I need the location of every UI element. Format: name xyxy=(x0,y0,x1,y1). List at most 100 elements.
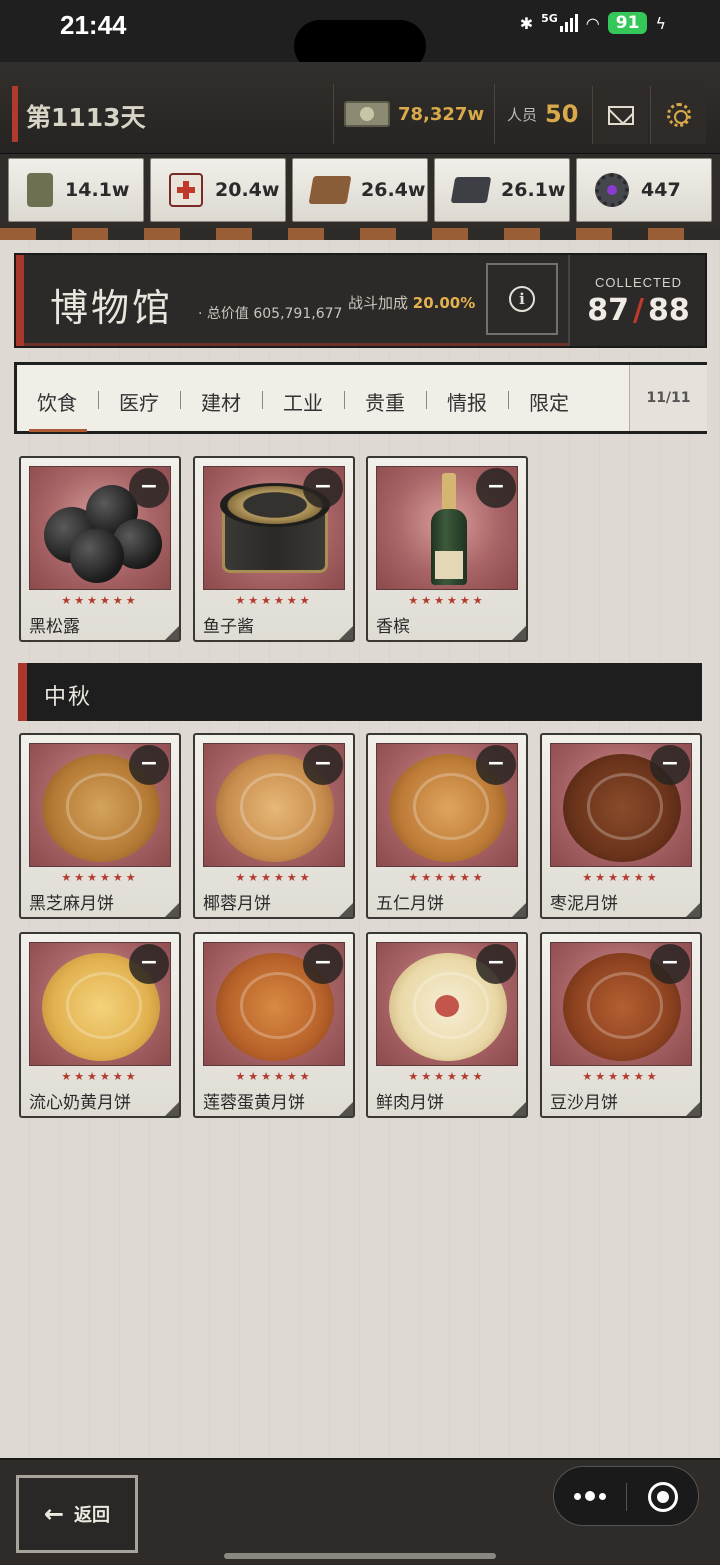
remove-button[interactable]: − xyxy=(129,944,169,984)
more-dots-icon[interactable] xyxy=(572,1482,608,1510)
museum-total-value: · 总价值 605,791,677 xyxy=(198,306,343,322)
remove-button[interactable]: − xyxy=(650,745,690,785)
steel-icon xyxy=(450,177,492,203)
battery-icon: 91 xyxy=(607,12,648,34)
rarity-stars: ★★★★★★ xyxy=(582,1070,660,1083)
resource-parts[interactable]: 447 xyxy=(576,158,712,222)
status-bar: 21:44 ✱ 5G ◠ 91 ϟ xyxy=(0,0,720,72)
item-card-five-nut-mooncake[interactable]: − ★★★★★★ 五仁月饼 xyxy=(366,733,528,919)
item-card-date-paste-mooncake[interactable]: − ★★★★★★ 枣泥月饼 xyxy=(540,733,702,919)
status-icons: ✱ 5G ◠ 91 ϟ xyxy=(520,12,666,34)
card-corner xyxy=(512,1102,526,1116)
item-name: 莲蓉蛋黄月饼 xyxy=(203,1093,305,1113)
money-display[interactable]: 78,327w xyxy=(333,84,493,144)
item-name: 豆沙月饼 xyxy=(550,1093,618,1113)
day-counter: 第1113天 xyxy=(26,103,146,132)
item-card-lotus-yolk-mooncake[interactable]: − ★★★★★★ 莲蓉蛋黄月饼 xyxy=(193,932,355,1118)
remove-button[interactable]: − xyxy=(129,468,169,508)
back-button[interactable]: ← 返回 xyxy=(16,1475,138,1553)
card-corner xyxy=(686,903,700,917)
resource-value: 447 xyxy=(641,179,681,201)
remove-button[interactable]: − xyxy=(129,745,169,785)
item-card-truffle[interactable]: − ★★★★★★ 黑松露 xyxy=(19,456,181,642)
card-corner xyxy=(165,1102,179,1116)
tab-medical[interactable]: 医疗 xyxy=(119,387,159,416)
tab-valuables[interactable]: 贵重 xyxy=(365,387,405,416)
home-indicator[interactable] xyxy=(224,1553,496,1559)
remove-button[interactable]: − xyxy=(303,745,343,785)
remove-button[interactable]: − xyxy=(303,944,343,984)
wifi-icon: ◠ xyxy=(585,13,600,33)
cash-icon xyxy=(344,101,390,127)
card-corner xyxy=(339,903,353,917)
back-label: 返回 xyxy=(74,1505,111,1526)
food-can-icon xyxy=(27,173,53,207)
category-tabs: 饮食 医疗 建材 工业 贵重 情报 限定 11/11 xyxy=(14,362,707,434)
tab-intel[interactable]: 情报 xyxy=(447,387,487,416)
info-button[interactable]: i xyxy=(486,263,558,335)
gear-part-icon xyxy=(595,173,629,207)
clock: 21:44 xyxy=(60,10,127,40)
card-corner xyxy=(686,1102,700,1116)
staff-display[interactable]: 人员 50 xyxy=(494,84,590,144)
bluetooth-icon: ✱ xyxy=(519,13,534,33)
rarity-stars: ★★★★★★ xyxy=(235,1070,313,1083)
section-accent-bar xyxy=(18,663,27,721)
close-target-icon[interactable] xyxy=(648,1482,678,1512)
remove-button[interactable]: − xyxy=(476,944,516,984)
resource-value: 26.4w xyxy=(361,179,426,201)
remove-button[interactable]: − xyxy=(476,468,516,508)
item-name: 鱼子酱 xyxy=(203,617,254,637)
item-name: 五仁月饼 xyxy=(376,894,444,914)
rarity-stars: ★★★★★★ xyxy=(235,871,313,884)
mini-program-capsule xyxy=(553,1466,699,1526)
item-card-black-sesame-mooncake[interactable]: − ★★★★★★ 黑芝麻月饼 xyxy=(19,733,181,919)
collected-count: 87/88 xyxy=(570,293,707,328)
tab-building[interactable]: 建材 xyxy=(201,387,241,416)
capsule-divider xyxy=(626,1483,627,1511)
item-card-caviar[interactable]: − ★★★★★★ 鱼子酱 xyxy=(193,456,355,642)
rarity-stars: ★★★★★★ xyxy=(408,1070,486,1083)
tab-limited[interactable]: 限定 xyxy=(529,387,569,416)
item-card-red-bean-mooncake[interactable]: − ★★★★★★ 豆沙月饼 xyxy=(540,932,702,1118)
museum-header: 博物馆 · 总价值 605,791,677 战斗加成 20.00% i COLL… xyxy=(14,253,707,348)
resource-wood[interactable]: 26.4w xyxy=(292,158,428,222)
remove-button[interactable]: − xyxy=(650,944,690,984)
rarity-stars: ★★★★★★ xyxy=(582,871,660,884)
combat-bonus-value: 20.00% xyxy=(412,294,476,312)
resource-food[interactable]: 14.1w xyxy=(8,158,144,222)
collected-counter: COLLECTED 87/88 xyxy=(568,255,707,346)
game-header: 第1113天 78,327w 人员 50 xyxy=(0,62,720,154)
resource-value: 14.1w xyxy=(65,179,130,201)
collected-slash: / xyxy=(633,293,644,328)
tab-divider xyxy=(344,391,345,409)
rarity-stars: ★★★★★★ xyxy=(235,594,313,607)
hazard-stripe xyxy=(0,228,720,240)
item-card-champagne[interactable]: − ★★★★★★ 香槟 xyxy=(366,456,528,642)
settings-button[interactable] xyxy=(650,86,706,144)
museum-underline xyxy=(24,343,568,346)
resource-steel[interactable]: 26.1w xyxy=(434,158,570,222)
tab-industry[interactable]: 工业 xyxy=(283,387,323,416)
bottom-bar: ← 返回 xyxy=(0,1458,720,1565)
mail-icon xyxy=(607,105,634,125)
card-corner xyxy=(165,903,179,917)
combat-bonus: 战斗加成 20.00% xyxy=(348,292,475,313)
item-card-coconut-mooncake[interactable]: − ★★★★★★ 椰蓉月饼 xyxy=(193,733,355,919)
resource-value: 26.1w xyxy=(501,179,566,201)
card-corner xyxy=(339,1102,353,1116)
item-card-custard-mooncake[interactable]: − ★★★★★★ 流心奶黄月饼 xyxy=(19,932,181,1118)
charging-bolt-icon: ϟ xyxy=(655,13,666,33)
remove-button[interactable]: − xyxy=(476,745,516,785)
mail-button[interactable] xyxy=(592,86,648,144)
page-title: 博物馆 xyxy=(50,286,174,330)
item-name: 流心奶黄月饼 xyxy=(29,1093,131,1113)
arrow-left-icon: ← xyxy=(43,1500,65,1528)
item-card-meat-mooncake[interactable]: − ★★★★★★ 鲜肉月饼 xyxy=(366,932,528,1118)
resource-medicine[interactable]: 20.4w xyxy=(150,158,286,222)
tab-food[interactable]: 饮食 xyxy=(37,387,77,416)
remove-button[interactable]: − xyxy=(303,468,343,508)
section-title: 中秋 xyxy=(44,685,93,710)
item-name: 黑松露 xyxy=(29,617,80,637)
collected-label: COLLECTED xyxy=(594,275,683,290)
